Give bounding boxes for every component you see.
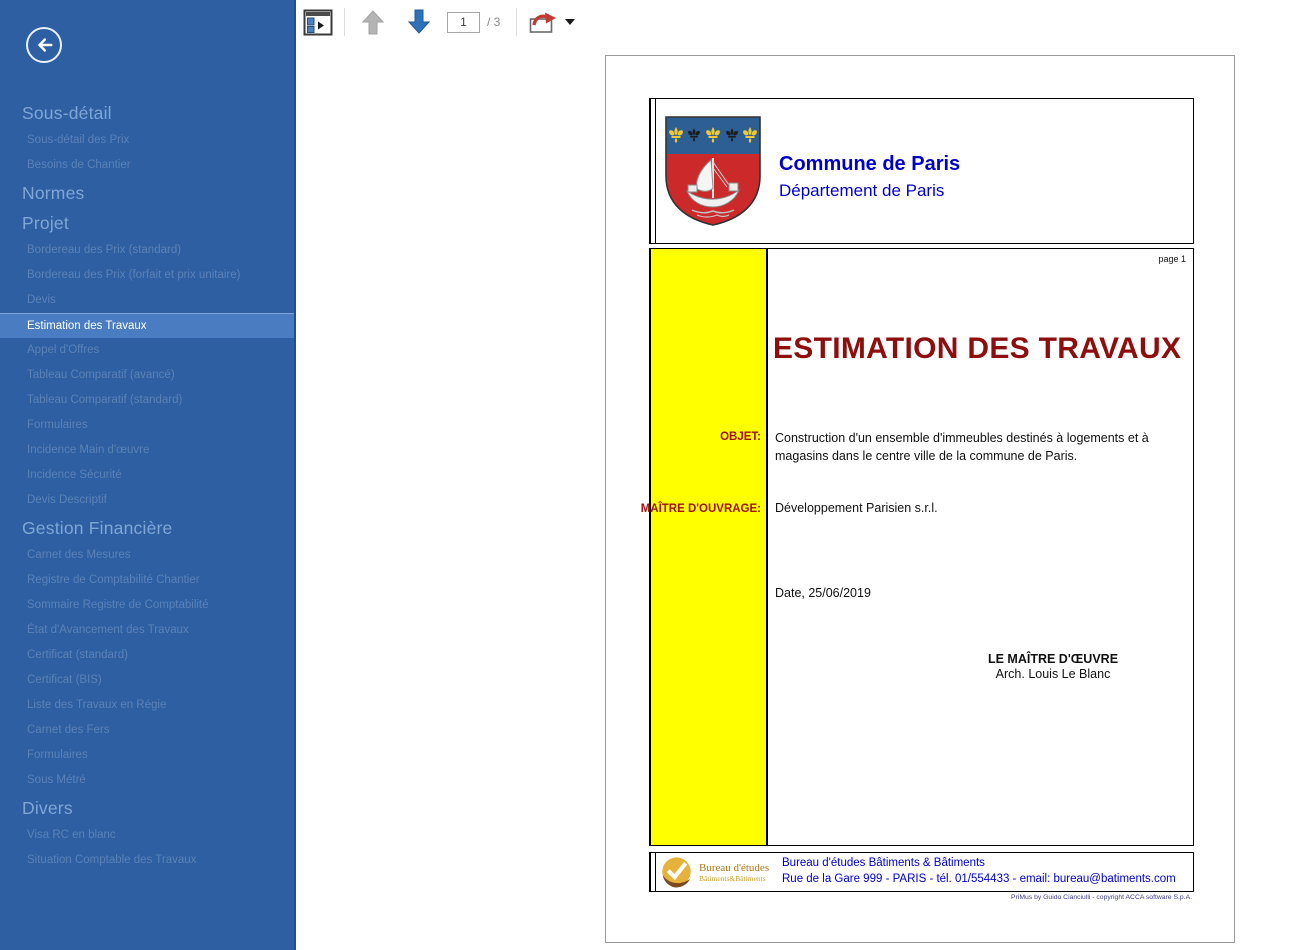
footer-address: Bureau d'études Bâtiments & Bâtiments Ru…: [782, 856, 1176, 887]
page-total-label: / 3: [487, 15, 500, 29]
next-page-button[interactable]: [407, 9, 431, 35]
previous-page-button[interactable]: [361, 9, 385, 35]
sidebar-item-sous-metre[interactable]: Sous Métré: [0, 768, 294, 793]
toolbar-separator: [516, 8, 517, 36]
page-down-arrow-icon: [407, 9, 431, 35]
panel-toggle-icon: [303, 9, 333, 36]
sidebar-section-divers: Divers: [0, 793, 294, 823]
back-arrow-icon: [33, 34, 55, 56]
sidebar: Sous-détailSous-détail des PrixBesoins d…: [0, 0, 296, 950]
objet-label: OBJET:: [720, 431, 761, 443]
back-button[interactable]: [26, 27, 62, 63]
sidebar-section-projet: Projet: [0, 208, 294, 238]
export-dropdown-caret[interactable]: [565, 19, 575, 25]
signature-name: Arch. Louis Le Blanc: [923, 667, 1183, 681]
sidebar-section-normes: Normes: [0, 178, 294, 208]
sidebar-item-certificat-bis[interactable]: Certificat (BIS): [0, 668, 294, 693]
footer-line2: Rue de la Gare 999 - PARIS - tél. 01/554…: [782, 872, 1176, 888]
page-number-input[interactable]: [447, 12, 480, 33]
sidebar-item-estimation-des-travaux[interactable]: Estimation des Travaux: [0, 313, 294, 338]
sidebar-item-tableau-comparatif-avance[interactable]: Tableau Comparatif (avancé): [0, 363, 294, 388]
footer-line1: Bureau d'études Bâtiments & Bâtiments: [782, 856, 1176, 872]
sidebar-item-incidence-main-d-uvre[interactable]: Incidence Main d'œuvre: [0, 438, 294, 463]
bureau-logo-subtitle: Bâtiments&Bâtiments: [699, 874, 777, 883]
signature-block: LE MAÎTRE D'ŒUVRE Arch. Louis Le Blanc: [923, 652, 1183, 681]
yellow-label-column: OBJET: MAÎTRE D'OUVRAGE:: [651, 249, 768, 845]
sidebar-item-tableau-comparatif-standard[interactable]: Tableau Comparatif (standard): [0, 388, 294, 413]
sidebar-item-registre-de-comptabilite-chantier[interactable]: Registre de Comptabilité Chantier: [0, 568, 294, 593]
document-footer: Bureau d'études Bâtiments&Bâtiments Bure…: [649, 852, 1194, 892]
document-header: Commune de Paris Département de Paris: [649, 98, 1194, 244]
sidebar-item-situation-comptable-des-travaux[interactable]: Situation Comptable des Travaux: [0, 848, 294, 873]
page-up-arrow-icon: [361, 9, 385, 35]
sidebar-nav: Sous-détailSous-détail des PrixBesoins d…: [0, 98, 294, 873]
sidebar-section-sous-detail: Sous-détail: [0, 98, 294, 128]
bureau-logo-title: Bureau d'études: [699, 862, 777, 874]
objet-value: Construction d'un ensemble d'immeubles d…: [775, 429, 1167, 465]
sidebar-item-appel-d-offres[interactable]: Appel d'Offres: [0, 338, 294, 363]
commune-title: Commune de Paris: [779, 153, 960, 176]
maitre-ouvrage-label: MAÎTRE D'OUVRAGE:: [641, 503, 761, 515]
spine-line: [655, 99, 656, 243]
sidebar-section-gestion-financiere: Gestion Financière: [0, 513, 294, 543]
bureau-logo: [660, 856, 693, 889]
sidebar-item-carnet-des-fers[interactable]: Carnet des Fers: [0, 718, 294, 743]
signature-role: LE MAÎTRE D'ŒUVRE: [923, 652, 1183, 666]
sidebar-item-visa-rc-en-blanc[interactable]: Visa RC en blanc: [0, 823, 294, 848]
date-line: Date, 25/06/2019: [775, 586, 871, 600]
sidebar-item-sous-detail-des-prix[interactable]: Sous-détail des Prix: [0, 128, 294, 153]
sidebar-item-incidence-securite[interactable]: Incidence Sécurité: [0, 463, 294, 488]
software-credit: PriMus by Guido Cianciulli - copyright A…: [1011, 894, 1192, 901]
sidebar-item-formulaires[interactable]: Formulaires: [0, 743, 294, 768]
sidebar-item-bordereau-des-prix-forfait-et-prix-unitaire[interactable]: Bordereau des Prix (forfait et prix unit…: [0, 263, 294, 288]
spine-line: [655, 853, 656, 891]
bureau-logo-text: Bureau d'études Bâtiments&Bâtiments: [699, 862, 777, 883]
sidebar-item-certificat-standard[interactable]: Certificat (standard): [0, 643, 294, 668]
departement-subtitle: Département de Paris: [779, 181, 960, 201]
sidebar-item-formulaires[interactable]: Formulaires: [0, 413, 294, 438]
panel-toggle-button[interactable]: [303, 9, 333, 36]
preview-toolbar: / 3: [296, 0, 1296, 44]
sidebar-item-liste-des-travaux-en-regie[interactable]: Liste des Travaux en Régie: [0, 693, 294, 718]
sidebar-item-devis[interactable]: Devis: [0, 288, 294, 313]
document-body: OBJET: MAÎTRE D'OUVRAGE: page 1 ESTIMATI…: [649, 248, 1194, 846]
sidebar-item-devis-descriptif[interactable]: Devis Descriptif: [0, 488, 294, 513]
preview-area: / 3: [296, 0, 1296, 950]
document-body-content: page 1 ESTIMATION DES TRAVAUX Constructi…: [768, 249, 1193, 845]
sidebar-item-besoins-de-chantier[interactable]: Besoins de Chantier: [0, 153, 294, 178]
document-title: ESTIMATION DES TRAVAUX: [773, 332, 1181, 366]
sidebar-item-sommaire-registre-de-comptabilite[interactable]: Sommaire Registre de Comptabilité: [0, 593, 294, 618]
sidebar-item-carnet-des-mesures[interactable]: Carnet des Mesures: [0, 543, 294, 568]
maitre-ouvrage-value: Développement Parisien s.r.l.: [775, 501, 938, 515]
commune-header-text: Commune de Paris Département de Paris: [779, 153, 960, 201]
sidebar-item-bordereau-des-prix-standard[interactable]: Bordereau des Prix (standard): [0, 238, 294, 263]
page-number-label: page 1: [1158, 254, 1186, 264]
document-page: Commune de Paris Département de Paris OB…: [605, 55, 1235, 943]
export-button[interactable]: [529, 10, 559, 34]
sidebar-item-etat-d-avancement-des-travaux[interactable]: État d'Avancement des Travaux: [0, 618, 294, 643]
paris-coat-of-arms: [663, 113, 763, 229]
export-arrow-icon: [529, 10, 559, 34]
toolbar-separator: [344, 8, 345, 36]
